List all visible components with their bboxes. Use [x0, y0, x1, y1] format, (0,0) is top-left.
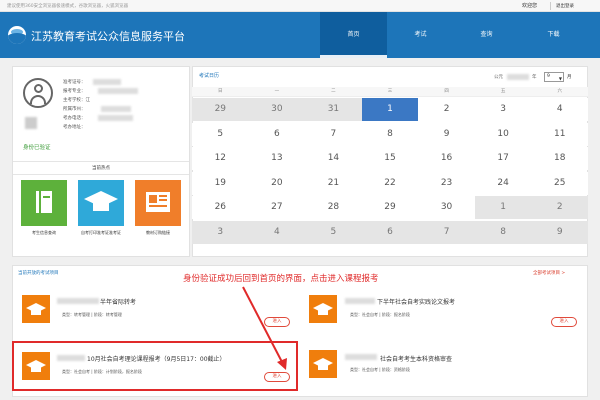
annotation-arrow [242, 286, 287, 370]
arrow-line [242, 286, 283, 363]
arrow-head-icon [277, 358, 287, 370]
